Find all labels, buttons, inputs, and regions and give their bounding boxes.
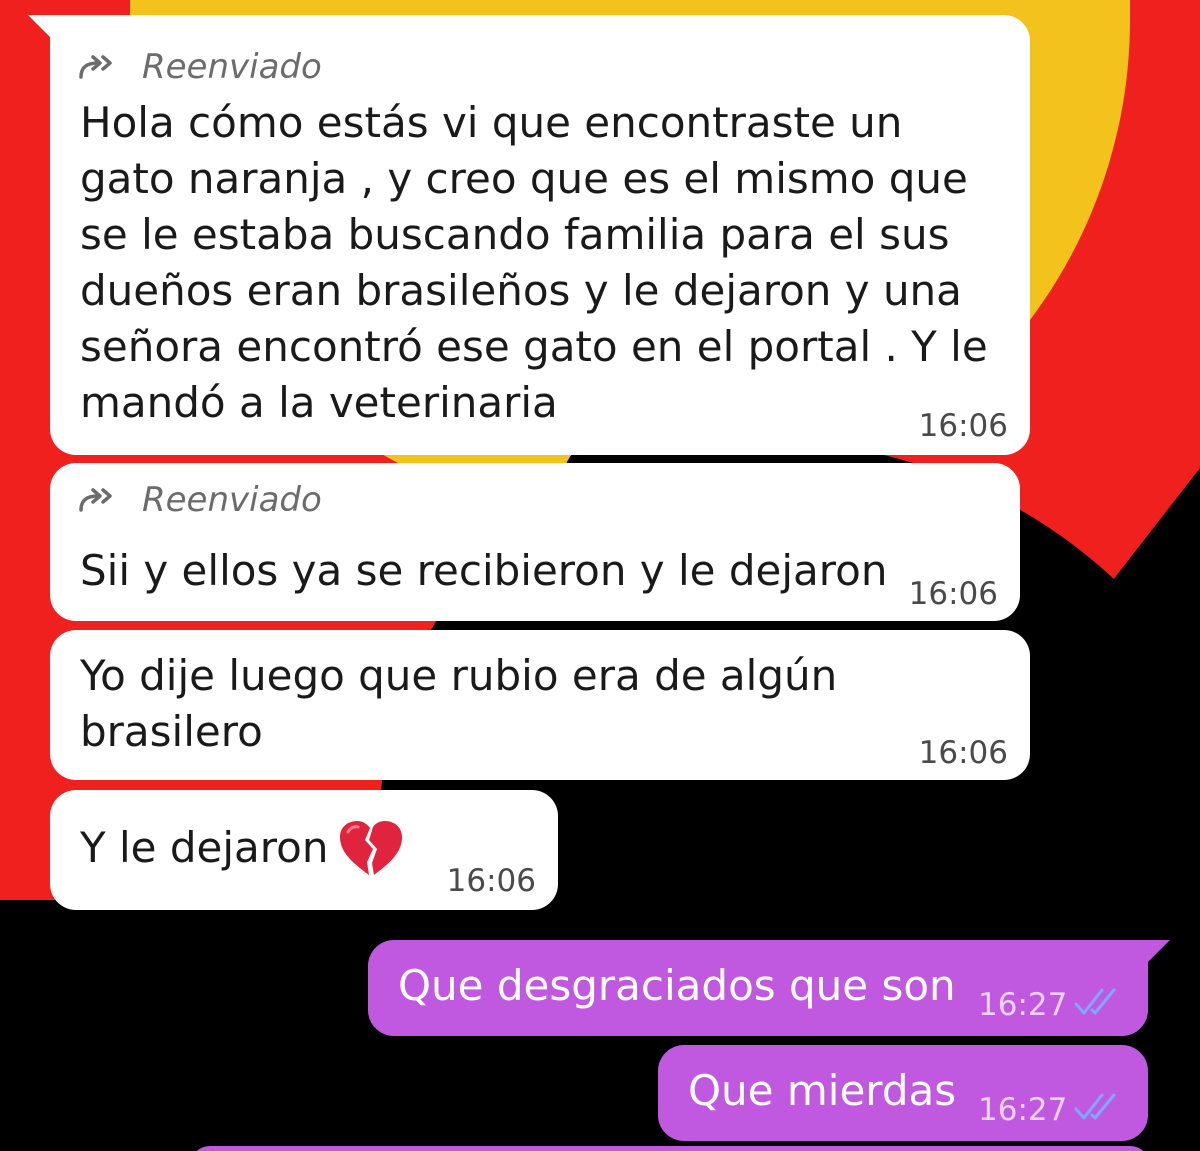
message-text: Sii y ellos ya se recibieron y le dejaro… (80, 546, 888, 595)
forwarded-label: Reenviado (142, 47, 322, 87)
message-text: Yo dije luego que rubio era de algún bra… (80, 648, 837, 760)
message-text: Que desgraciados que son (398, 961, 956, 1010)
message-timestamp: 16:06 (918, 735, 1008, 771)
message-timestamp: 16:27 (978, 987, 1068, 1023)
message-bubble-incoming[interactable]: Reenviado Hola cómo estás vi que encontr… (28, 15, 1030, 455)
forwarded-indicator: Reenviado (78, 480, 322, 520)
message-timestamp: 16:06 (446, 863, 536, 899)
message-bubble-incoming[interactable]: Y le dejaron 16:06 (50, 790, 558, 910)
forward-arrow-icon (79, 488, 112, 512)
message-line: mandó a la veterinaria (80, 378, 558, 427)
forwarded-label: Reenviado (142, 480, 322, 520)
bubble-tail (28, 15, 52, 39)
message-text: Y le dejaron (80, 818, 406, 878)
message-timestamp: 16:06 (918, 408, 1008, 444)
double-check-icon (1074, 988, 1116, 1015)
message-line: Yo dije luego que rubio era de algún (80, 651, 838, 700)
message-bubble-incoming[interactable]: Yo dije luego que rubio era de algún bra… (50, 630, 1030, 780)
message-line: gato naranja , y creo que es el mismo qu… (80, 154, 968, 203)
message-bubble-outgoing-partial[interactable] (190, 1146, 1150, 1151)
chat-screen: Reenviado Hola cómo estás vi que encontr… (0, 0, 1200, 1151)
message-bubble-incoming[interactable]: Reenviado Sii y ellos ya se recibieron y… (50, 463, 1020, 621)
forwarded-indicator: Reenviado (78, 47, 322, 87)
message-timestamp: 16:27 (978, 1092, 1068, 1128)
double-check-icon (1074, 1093, 1116, 1120)
message-line: Y le dejaron (80, 823, 329, 872)
message-line: brasilero (80, 707, 263, 756)
bubble-tail (1146, 940, 1170, 964)
broken-heart-emoji (340, 821, 403, 875)
forward-arrow-icon (79, 55, 112, 79)
message-line: se le estaba buscando familia para el su… (80, 210, 950, 259)
message-line: dueños eran brasileños y le dejaron y un… (80, 266, 962, 315)
message-line: señora encontró ese gato en el portal . … (80, 322, 988, 371)
message-timestamp: 16:06 (908, 576, 998, 612)
message-text: Hola cómo estás vi que encontraste un ga… (80, 95, 1010, 431)
message-bubble-outgoing[interactable]: Que desgraciados que son 16:27 (368, 940, 1170, 1036)
message-line: Hola cómo estás vi que encontraste un (80, 98, 903, 147)
message-text: Que mierdas (688, 1066, 957, 1115)
message-bubble-outgoing[interactable]: Que mierdas 16:27 (658, 1045, 1148, 1141)
